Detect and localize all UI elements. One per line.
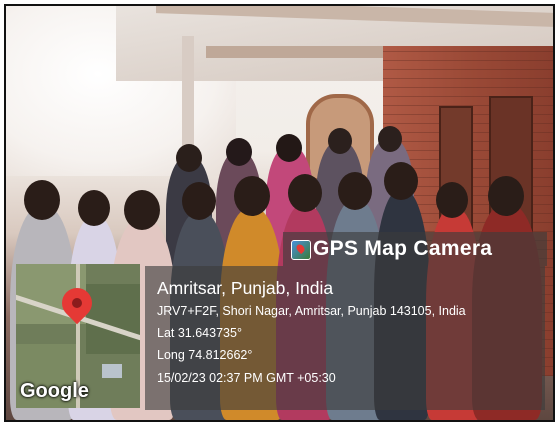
- person-head: [288, 174, 322, 212]
- gps-map-camera-tag: GPS Map Camera: [283, 232, 547, 266]
- map-thumbnail: Google: [16, 264, 140, 408]
- person-head: [234, 176, 270, 216]
- app-name-label: GPS Map Camera: [313, 237, 493, 260]
- map-building: [102, 364, 122, 378]
- gps-map-camera-icon: [291, 240, 311, 260]
- person-head: [384, 162, 418, 200]
- person-head: [24, 180, 60, 220]
- person-head: [226, 138, 252, 166]
- address-text: JRV7+F2F, Shori Nagar, Amritsar, Punjab …: [157, 304, 466, 318]
- person-head: [328, 128, 352, 154]
- person-head: [338, 172, 372, 210]
- location-info-panel: Amritsar, Punjab, India JRV7+F2F, Shori …: [145, 266, 545, 410]
- person-head: [124, 190, 160, 230]
- map-field: [86, 284, 140, 354]
- longitude-text: Long 74.812662°: [157, 348, 253, 362]
- person-head: [78, 190, 110, 226]
- datetime-text: 15/02/23 02:37 PM GMT +05:30: [157, 371, 336, 385]
- person-head: [488, 176, 524, 216]
- person-head: [276, 134, 302, 162]
- google-logo: Google: [20, 380, 89, 402]
- person-head: [436, 182, 468, 218]
- person-head: [378, 126, 402, 152]
- person-head: [182, 182, 216, 220]
- latitude-text: Lat 31.643735°: [157, 326, 242, 340]
- person-head: [176, 144, 202, 172]
- location-title: Amritsar, Punjab, India: [157, 278, 334, 298]
